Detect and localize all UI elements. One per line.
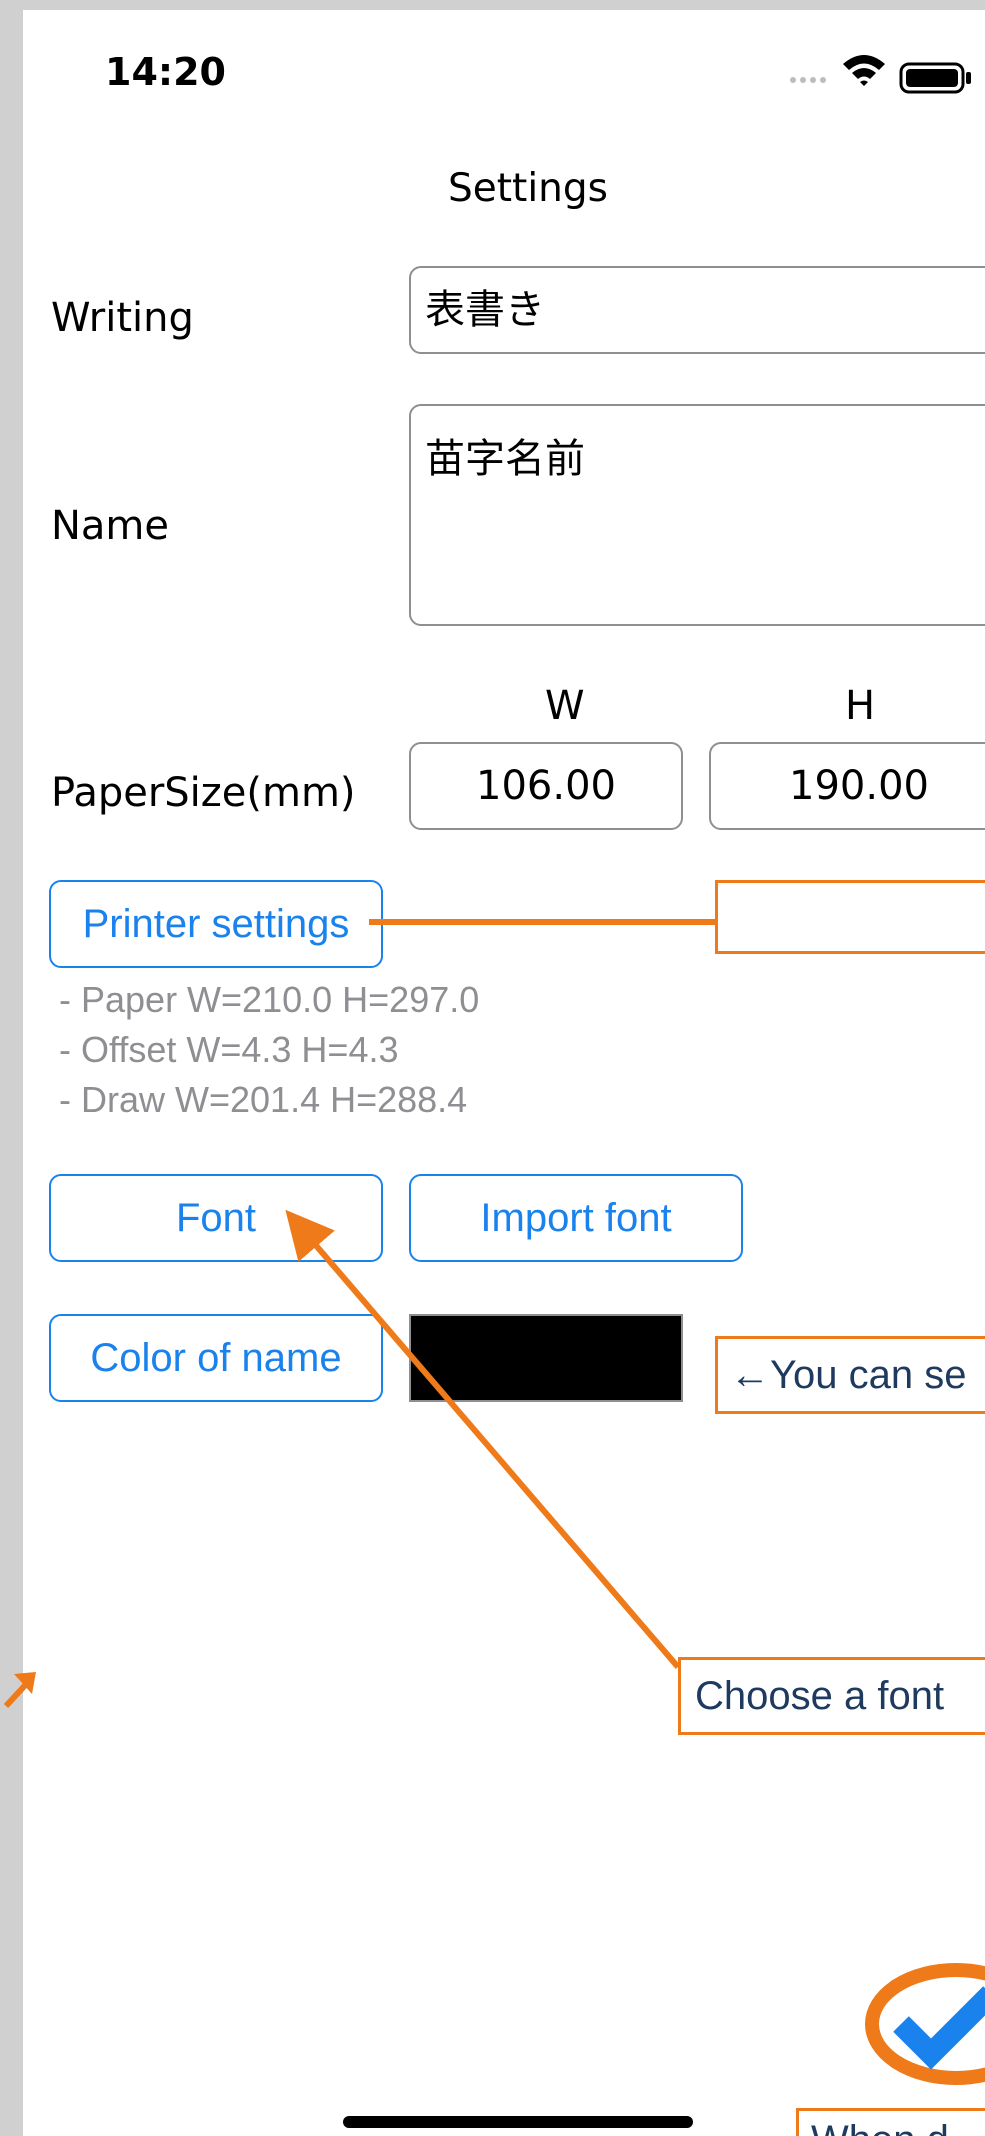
name-label: Name <box>51 503 170 549</box>
confirm-checkmark-icon[interactable] <box>861 1960 985 2088</box>
wifi-icon <box>843 55 885 86</box>
writing-field[interactable]: 表書き <box>409 266 985 354</box>
name-color-swatch[interactable] <box>409 1314 683 1402</box>
paper-width-field[interactable]: 106.00 <box>409 742 683 830</box>
paper-size-info: - Paper W=210.0 H=297.0 <box>59 979 480 1020</box>
color-of-name-button[interactable]: Color of name <box>49 1314 383 1402</box>
app-screen: 14:20 Settings Writing 表書き Name 苗字名前 W H… <box>23 10 985 2136</box>
writing-value: 表書き <box>425 287 545 333</box>
color-tip-callout: ←You can se <box>715 1336 985 1414</box>
offscreen-arrow-icon <box>3 1672 36 1709</box>
printer-settings-callout <box>715 880 985 954</box>
home-indicator <box>343 2116 693 2128</box>
cellular-signal-icon <box>790 77 826 83</box>
font-arrow <box>285 1209 681 1669</box>
writing-label: Writing <box>51 295 194 341</box>
offset-info: - Offset W=4.3 H=4.3 <box>59 1029 399 1070</box>
paper-height-field[interactable]: 190.00 <box>709 742 985 830</box>
papersize-label: PaperSize(mm) <box>51 770 356 816</box>
name-value: 苗字名前 <box>425 436 585 482</box>
name-textarea[interactable]: 苗字名前 <box>409 404 985 626</box>
printer-settings-button[interactable]: Printer settings <box>49 880 383 968</box>
battery-icon <box>899 62 971 94</box>
draw-info: - Draw W=201.4 H=288.4 <box>59 1079 468 1120</box>
font-tip-callout: Choose a font <box>678 1657 985 1735</box>
import-font-button[interactable]: Import font <box>409 1174 743 1262</box>
page-title: Settings <box>448 166 608 211</box>
bottom-tip-callout: When d <box>796 2108 985 2136</box>
printer-info: - Paper W=210.0 H=297.0 - Offset W=4.3 H… <box>59 975 479 1125</box>
font-button[interactable]: Font <box>49 1174 383 1262</box>
status-time: 14:20 <box>105 50 226 94</box>
